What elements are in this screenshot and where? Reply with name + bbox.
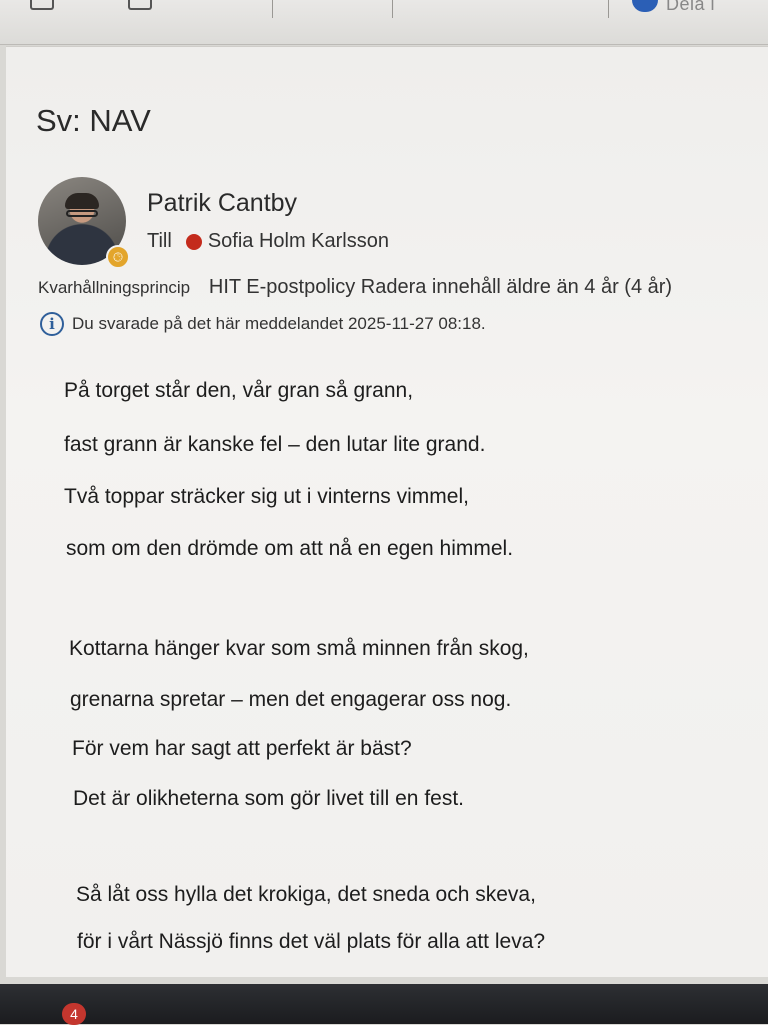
body-line: Det är olikheterna som gör livet till en… bbox=[73, 787, 465, 810]
body-line: fast grann är kanske fel – den lutar lit… bbox=[64, 433, 486, 456]
message-body: På torget står den, vår gran så grann, f… bbox=[6, 47, 768, 977]
share-button[interactable]: Dela i bbox=[632, 0, 715, 15]
toolbar-icon[interactable] bbox=[128, 0, 152, 10]
message-reading-pane: Sv: NAV 🕒︎ Patrik Cantby Till Sofia Holm… bbox=[6, 46, 768, 977]
share-label: Dela i bbox=[666, 0, 716, 14]
toolbar-divider bbox=[608, 0, 609, 18]
body-line: som om den drömde om att nå en egen himm… bbox=[66, 537, 514, 560]
body-line: För vem har sagt att perfekt är bäst? bbox=[72, 737, 412, 760]
taskbar bbox=[0, 984, 768, 1024]
toolbar-divider bbox=[272, 0, 273, 18]
toolbar-divider bbox=[392, 0, 393, 18]
body-line: för i vårt Nässjö finns det väl plats fö… bbox=[77, 930, 546, 953]
notification-badge[interactable]: 4 bbox=[62, 1003, 86, 1025]
body-line: Så låt oss hylla det krokiga, det sneda … bbox=[76, 883, 536, 906]
body-line: På torget står den, vår gran så grann, bbox=[64, 379, 414, 402]
body-line: grenarna spretar – men det engagerar oss… bbox=[70, 688, 512, 711]
top-toolbar: Dela i bbox=[0, 0, 768, 45]
body-line: Kottarna hänger kvar som små minnen från… bbox=[69, 637, 529, 660]
share-icon bbox=[632, 0, 658, 12]
body-line: Två toppar sträcker sig ut i vinterns vi… bbox=[64, 485, 469, 508]
calendar-icon[interactable] bbox=[30, 0, 54, 10]
